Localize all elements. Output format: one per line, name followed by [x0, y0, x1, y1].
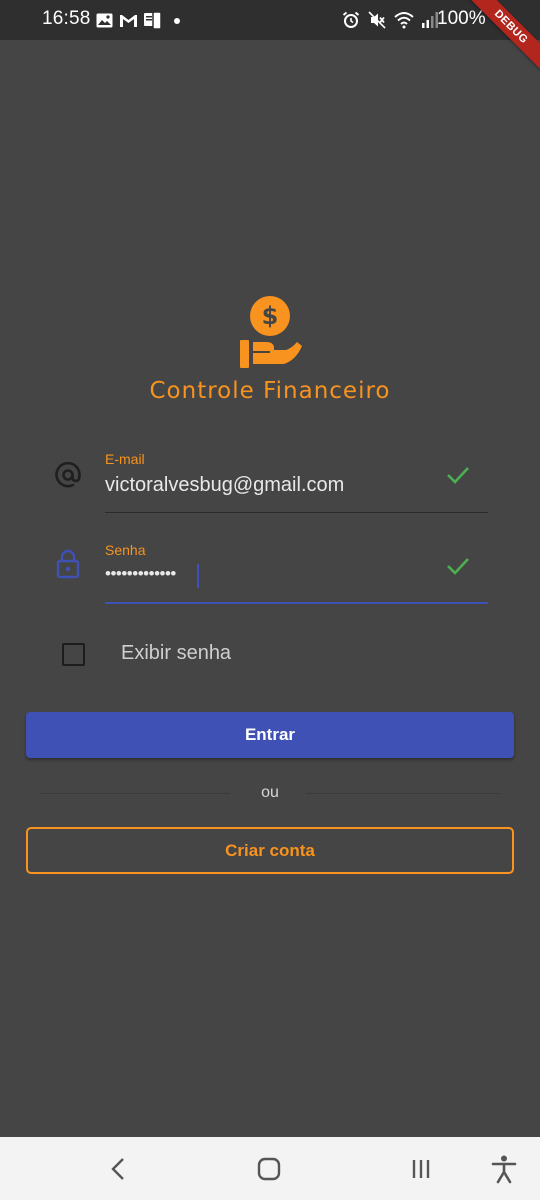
password-field[interactable]: ••••••••••••• [105, 564, 176, 584]
divider-right [306, 793, 500, 794]
signal-icon [422, 12, 438, 28]
password-label: Senha [105, 542, 146, 558]
dot-icon [174, 18, 180, 24]
show-password-checkbox[interactable] [62, 643, 85, 666]
lock-icon [56, 549, 80, 579]
money-hand-icon: $ [240, 296, 302, 368]
mute-icon [368, 11, 386, 29]
recents-icon[interactable] [405, 1153, 437, 1185]
gmail-icon [120, 14, 137, 27]
status-bar: 16:58 100% DEBUG [0, 0, 540, 87]
wifi-icon [394, 12, 414, 29]
status-time: 16:58 [42, 8, 91, 29]
mobile-app-icon [144, 11, 162, 29]
create-account-button[interactable]: Criar conta [26, 827, 514, 874]
app-title: Controle Financeiro [149, 378, 391, 404]
gallery-icon [96, 13, 113, 27]
email-field[interactable]: victoralvesbug@gmail.com [105, 474, 344, 497]
svg-text:$: $ [262, 302, 279, 330]
password-underline [105, 602, 488, 604]
login-button[interactable]: Entrar [26, 712, 514, 758]
show-password-label[interactable]: Exibir senha [121, 642, 231, 665]
password-valid-check-icon [447, 558, 469, 575]
home-icon[interactable] [253, 1153, 285, 1185]
email-label: E-mail [105, 451, 145, 467]
accessibility-icon[interactable] [488, 1153, 520, 1185]
at-icon [55, 461, 81, 488]
status-right-icons [342, 10, 438, 30]
email-valid-check-icon [447, 467, 469, 484]
back-icon[interactable] [103, 1153, 135, 1185]
alarm-icon [342, 11, 360, 28]
text-caret [197, 564, 199, 588]
status-left-icons [96, 10, 184, 30]
battery-percent: 100% [437, 8, 486, 29]
email-underline [105, 512, 488, 513]
create-account-button-label: Criar conta [225, 840, 315, 860]
navigation-bar [0, 1137, 540, 1200]
login-button-label: Entrar [244, 725, 296, 744]
